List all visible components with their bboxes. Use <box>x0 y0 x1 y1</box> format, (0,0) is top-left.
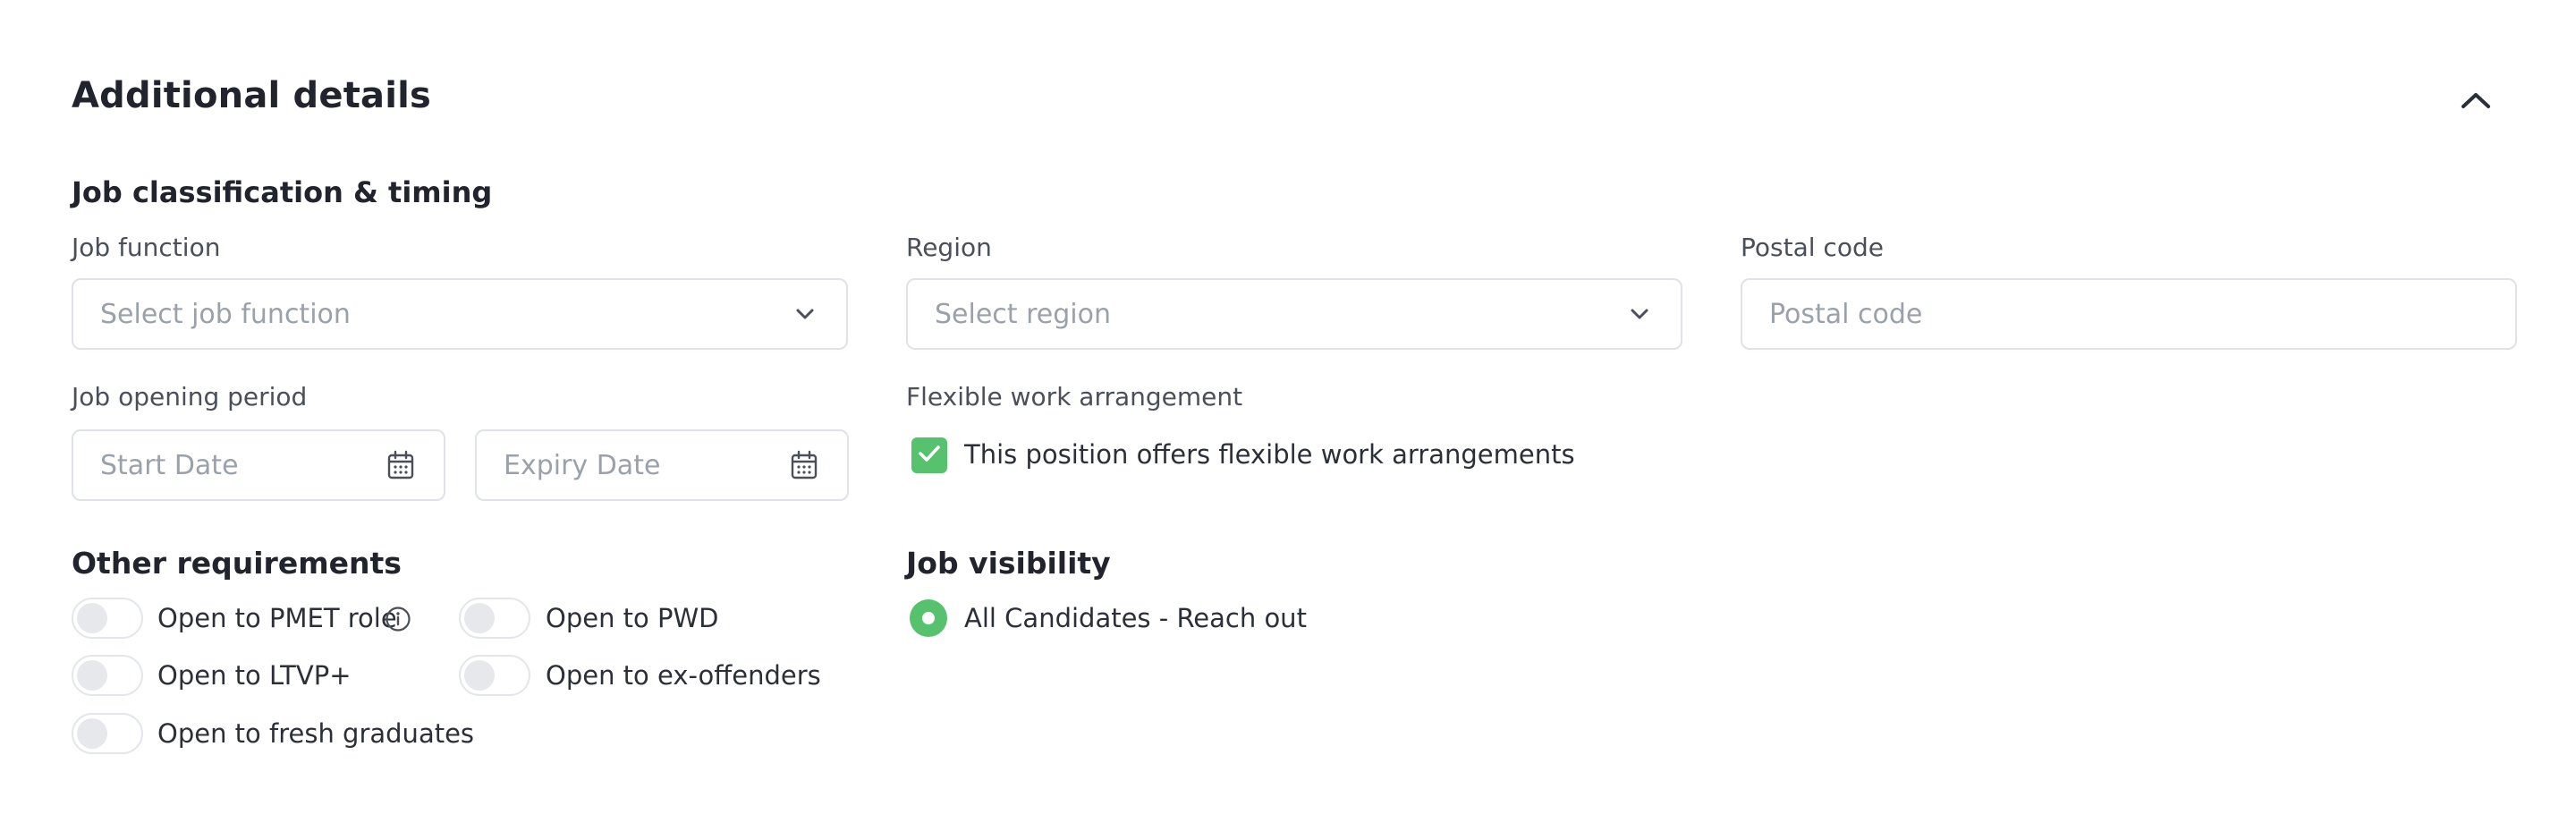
expiry-date-input[interactable]: Expiry Date <box>475 429 849 501</box>
collapse-button[interactable] <box>2454 81 2497 123</box>
toggle-pmet-role[interactable] <box>72 598 143 639</box>
toggle-knob <box>77 660 107 691</box>
job-function-label: Job function <box>72 233 221 262</box>
fresh-graduates-label: Open to fresh graduates <box>157 718 475 749</box>
toggle-pwd[interactable] <box>459 598 530 639</box>
start-date-placeholder: Start Date <box>100 449 239 481</box>
postal-code-input[interactable]: Postal code <box>1741 278 2517 350</box>
visibility-option-label[interactable]: All Candidates - Reach out <box>964 603 1307 633</box>
toggle-ltvp[interactable] <box>72 655 143 696</box>
toggle-knob <box>77 718 107 749</box>
pmet-role-label: Open to PMET role <box>157 603 397 633</box>
flexible-work-label: Flexible work arrangement <box>906 382 1243 412</box>
other-requirements-heading: Other requirements <box>72 546 402 581</box>
checkmark-icon <box>917 443 942 468</box>
region-select[interactable]: Select region <box>906 278 1682 350</box>
visibility-radio-all-candidates[interactable] <box>910 599 947 637</box>
toggle-knob <box>464 603 495 633</box>
flexible-work-checkbox-label[interactable]: This position offers flexible work arran… <box>964 439 1575 470</box>
postal-code-label: Postal code <box>1741 233 1884 262</box>
job-function-placeholder: Select job function <box>100 298 351 330</box>
pwd-label: Open to PWD <box>546 603 719 633</box>
postal-code-placeholder: Postal code <box>1769 298 1923 330</box>
ex-offenders-label: Open to ex-offenders <box>546 660 821 691</box>
toggle-fresh-graduates[interactable] <box>72 713 143 754</box>
info-icon[interactable] <box>385 606 411 632</box>
toggle-knob <box>77 603 107 633</box>
radio-dot <box>922 612 935 624</box>
chevron-down-icon <box>791 300 819 328</box>
chevron-up-icon <box>2460 90 2492 114</box>
region-label: Region <box>906 233 992 262</box>
toggle-knob <box>464 660 495 691</box>
region-placeholder: Select region <box>935 298 1111 330</box>
start-date-input[interactable]: Start Date <box>72 429 445 501</box>
ltvp-label: Open to LTVP+ <box>157 660 352 691</box>
calendar-icon[interactable] <box>788 449 820 481</box>
calendar-icon[interactable] <box>385 449 417 481</box>
additional-details-panel: Additional details Job classification & … <box>0 0 2576 823</box>
section-title: Additional details <box>72 75 432 116</box>
job-visibility-heading: Job visibility <box>906 546 1111 581</box>
toggle-ex-offenders[interactable] <box>459 655 530 696</box>
classification-heading: Job classification & timing <box>72 175 493 209</box>
job-function-select[interactable]: Select job function <box>72 278 848 350</box>
flexible-work-checkbox[interactable] <box>911 437 947 473</box>
job-opening-period-label: Job opening period <box>72 382 308 412</box>
expiry-date-placeholder: Expiry Date <box>504 449 661 481</box>
chevron-down-icon <box>1625 300 1654 328</box>
